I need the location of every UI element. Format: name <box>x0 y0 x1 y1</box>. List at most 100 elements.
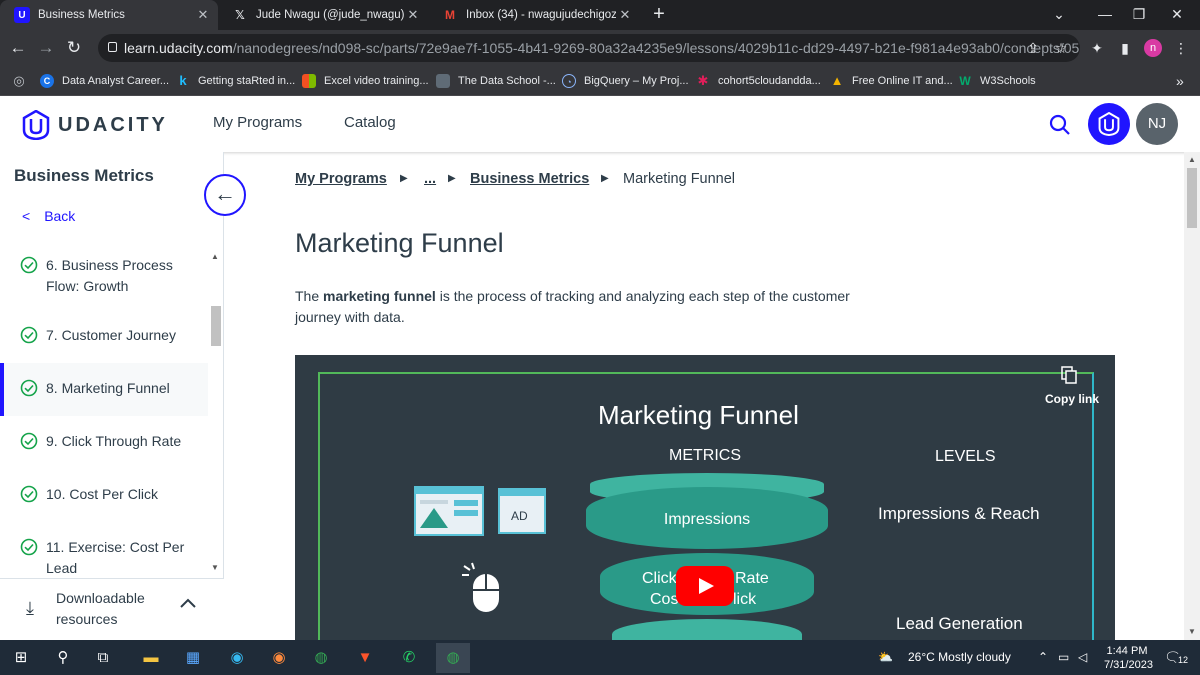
page-title: Marketing Funnel <box>295 228 504 258</box>
sidebar-item-marketing-funnel[interactable]: 8. Marketing Funnel <box>0 363 208 416</box>
sidebar-item-label: 10. Cost Per Click <box>46 486 159 502</box>
bookmark-getting-started[interactable]: k Getting staRted in... <box>176 66 295 96</box>
scroll-up-arrow-icon[interactable]: ▲ <box>1188 155 1196 164</box>
user-avatar[interactable]: NJ <box>1136 103 1178 145</box>
tab-business-metrics[interactable]: U Business Metrics ✕ <box>0 0 218 30</box>
youtube-play-button[interactable] <box>676 566 734 606</box>
sidebar-back-link[interactable]: < Back <box>22 208 75 224</box>
bookmark-label: Data Analyst Career... <box>62 75 169 87</box>
bookmark-data-analyst[interactable]: C Data Analyst Career... <box>40 66 169 96</box>
breadcrumb-business-metrics[interactable]: Business Metrics <box>470 171 589 187</box>
bookmark-data-school[interactable]: The Data School -... <box>436 66 556 96</box>
mouse-click-icon <box>462 562 499 612</box>
sidebar-scrollbar-thumb[interactable] <box>211 306 221 346</box>
search-icon[interactable]: ⚲ <box>46 643 80 673</box>
sidebar-item-exercise-cost-per-lead[interactable]: 11. Exercise: Cost Per Lead <box>0 537 208 577</box>
forward-arrow-icon[interactable]: → <box>36 38 56 58</box>
webpage-illustration-icon <box>414 486 484 536</box>
sidebar-item-business-process[interactable]: 6. Business Process Flow: Growth <box>0 255 208 299</box>
chevron-up-icon[interactable] <box>178 596 198 610</box>
edge-icon[interactable]: ◉ <box>220 643 254 673</box>
scroll-down-arrow-icon[interactable]: ▼ <box>211 563 219 572</box>
udacity-menu-avatar[interactable] <box>1088 103 1130 145</box>
tab-twitter[interactable]: 𝕏 Jude Nwagu (@jude_nwagu) / X ✕ <box>218 0 428 30</box>
downloadable-resources-label: Downloadable resources <box>56 590 145 627</box>
udacity-icon: U <box>14 7 30 23</box>
copy-link-label[interactable]: Copy link <box>1045 392 1099 406</box>
search-icon[interactable] <box>1048 113 1072 137</box>
page-scrollbar-thumb[interactable] <box>1187 168 1197 228</box>
site-header <box>0 96 1200 152</box>
breadcrumb-my-programs[interactable]: My Programs <box>295 171 387 187</box>
more-bookmarks-icon[interactable]: » <box>1176 66 1184 96</box>
back-arrow-icon[interactable]: ← <box>8 38 28 58</box>
weather-text[interactable]: 26°C Mostly cloudy <box>908 640 1011 675</box>
close-icon[interactable]: ✕ <box>616 7 634 23</box>
address-bar[interactable]: learn.udacity.com/nanodegrees/nd098-sc/p… <box>98 34 1080 62</box>
chrome-icon[interactable]: ◍ <box>304 643 338 673</box>
nav-catalog[interactable]: Catalog <box>344 114 396 131</box>
task-view-icon[interactable]: ⧉ <box>86 643 120 673</box>
brave-icon[interactable]: ▼ <box>348 643 382 673</box>
windows-start-icon[interactable]: ⊞ <box>4 643 38 673</box>
udacity-logo[interactable]: UDACITY <box>22 110 168 140</box>
close-window-button[interactable]: ✕ <box>1154 0 1200 30</box>
collapse-sidebar-button[interactable]: ← <box>204 174 246 216</box>
nav-my-programs[interactable]: My Programs <box>213 114 302 131</box>
tab-label: Jude Nwagu (@jude_nwagu) / X <box>256 9 404 21</box>
w3schools-icon: W <box>959 74 971 88</box>
copy-icon[interactable] <box>1061 366 1077 384</box>
funnel-label: Impressions <box>663 511 751 528</box>
bookmark-free-it[interactable]: ▲ Free Online IT and... <box>830 66 953 96</box>
sidebar-item-customer-journey[interactable]: 7. Customer Journey <box>0 325 208 347</box>
close-icon[interactable]: ✕ <box>194 7 212 23</box>
bookmark-w3schools[interactable]: W W3Schools <box>958 66 1036 96</box>
bookmark-cohort[interactable]: ✱ cohort5cloudandda... <box>696 66 821 96</box>
tray-chevron-icon[interactable]: ⌃ <box>1038 640 1048 675</box>
share-icon[interactable]: ⇪ <box>1022 37 1044 59</box>
download-icon: ⤓ <box>26 598 34 618</box>
speaker-icon[interactable]: ◁ <box>1078 640 1087 675</box>
breadcrumb-ellipsis[interactable]: ... <box>424 171 436 187</box>
sidebar-item-label: 9. Click Through Rate <box>46 433 182 449</box>
bookmark-bigquery[interactable]: ◔ BigQuery – My Proj... <box>562 66 689 96</box>
sidebar-item-cost-per-click[interactable]: 10. Cost Per Click <box>0 484 208 506</box>
extensions-icon[interactable]: ✦ <box>1086 37 1108 59</box>
close-icon[interactable]: ✕ <box>404 7 422 23</box>
globe-icon: ◎ <box>13 73 25 88</box>
bookmark-label: cohort5cloudandda... <box>718 75 821 87</box>
reload-icon[interactable]: ↻ <box>64 38 84 58</box>
tab-gmail[interactable]: M Inbox (34) - nwagujudechigozie@ ✕ <box>428 0 640 30</box>
scroll-up-arrow-icon[interactable]: ▲ <box>211 252 219 261</box>
clock[interactable]: 1:44 PM 7/31/2023 <box>1104 640 1153 675</box>
check-circle-icon <box>20 538 38 556</box>
new-tab-button[interactable]: + <box>648 4 670 26</box>
slack-icon: ✱ <box>697 73 709 88</box>
battery-icon[interactable]: ▭ <box>1058 640 1069 675</box>
check-circle-icon <box>20 485 38 503</box>
caret-right-icon: ▶ <box>400 173 408 184</box>
whatsapp-icon[interactable]: ✆ <box>392 643 426 673</box>
bookmark-label: Excel video training... <box>324 75 429 87</box>
bookmark-label: W3Schools <box>980 75 1036 87</box>
funnel-label: lick <box>733 591 757 608</box>
scroll-down-arrow-icon[interactable]: ▼ <box>1188 627 1196 636</box>
firefox-icon[interactable]: ◉ <box>262 643 296 673</box>
side-panel-icon[interactable]: ▮ <box>1114 37 1136 59</box>
lock-icon[interactable] <box>108 42 117 52</box>
file-explorer-icon[interactable]: ▬ <box>134 643 168 673</box>
x-icon: 𝕏 <box>235 8 245 22</box>
profile-avatar[interactable]: n <box>1144 39 1162 57</box>
tab-search-icon[interactable]: ⌄ <box>1036 0 1082 30</box>
sidebar-item-label: 11. Exercise: Cost Per Lead <box>46 539 185 576</box>
menu-kebab-icon[interactable]: ⋮ <box>1170 37 1192 59</box>
check-circle-icon <box>20 256 38 274</box>
level-impressions-reach: Impressions & Reach <box>878 504 1040 523</box>
store-icon[interactable]: ▦ <box>176 643 210 673</box>
weather-icon[interactable]: ⛅ <box>878 640 893 675</box>
sidebar-item-click-through-rate[interactable]: 9. Click Through Rate <box>0 431 208 453</box>
chrome-profile-icon[interactable]: ◍ <box>436 643 470 673</box>
bookmark-excel[interactable]: Excel video training... <box>302 66 429 96</box>
tab-label: Inbox (34) - nwagujudechigozie@ <box>466 9 616 21</box>
bookmark-star-icon[interactable]: ☆ <box>1050 37 1072 59</box>
